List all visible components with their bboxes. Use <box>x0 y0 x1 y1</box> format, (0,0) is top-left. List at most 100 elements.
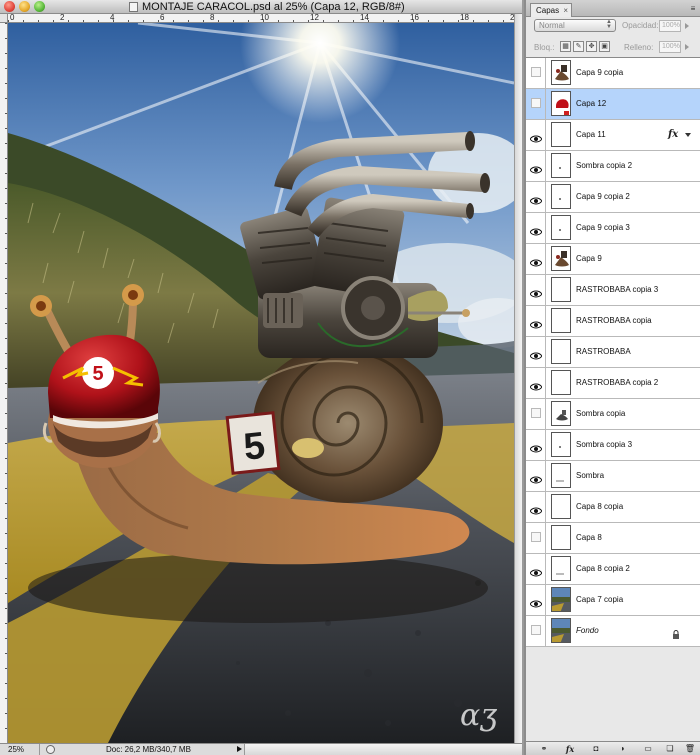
opacity-field[interactable]: 100% <box>659 20 681 32</box>
layer-row[interactable]: Capa 11 fx <box>526 120 700 151</box>
opacity-slider-arrow-icon[interactable] <box>685 23 689 29</box>
layer-visibility-toggle[interactable] <box>526 368 546 398</box>
layer-name[interactable]: Capa 9 copia <box>576 58 623 88</box>
vertical-ruler[interactable] <box>0 23 8 743</box>
layer-row[interactable]: Capa 9 copia 2 <box>526 182 700 213</box>
fill-slider-arrow-icon[interactable] <box>685 44 689 50</box>
layer-visibility-toggle[interactable] <box>526 89 546 119</box>
status-info-icon[interactable] <box>46 745 55 754</box>
layer-name[interactable]: RASTROBABA copia 2 <box>576 368 658 398</box>
layer-visibility-toggle[interactable] <box>526 275 546 305</box>
group-icon[interactable]: ▭ <box>642 744 654 754</box>
layer-visibility-toggle[interactable] <box>526 523 546 553</box>
expand-effects-icon[interactable] <box>685 133 691 137</box>
lock-all-icon[interactable]: ▣ <box>599 41 610 52</box>
layer-visibility-toggle[interactable] <box>526 337 546 367</box>
layer-row[interactable]: RASTROBABA copia <box>526 306 700 337</box>
layer-thumbnail[interactable] <box>551 308 571 333</box>
layer-thumbnail[interactable] <box>551 401 571 426</box>
layer-name[interactable]: RASTROBABA <box>576 337 631 367</box>
layer-name[interactable]: Sombra copia 3 <box>576 430 632 460</box>
layer-effects-icon[interactable]: fx <box>668 129 678 140</box>
layer-thumbnail[interactable] <box>551 525 571 550</box>
layer-name[interactable]: Sombra copia <box>576 399 625 429</box>
layer-row[interactable]: RASTROBABA copia 2 <box>526 368 700 399</box>
tab-layers[interactable]: Capas × <box>530 3 572 17</box>
panel-menu-icon[interactable]: ≡ <box>687 4 699 13</box>
layer-visibility-toggle[interactable] <box>526 399 546 429</box>
image-canvas[interactable]: 5 5 ɑʒ <box>8 23 514 743</box>
layer-row[interactable]: Capa 8 copia 2 <box>526 554 700 585</box>
layer-thumbnail[interactable] <box>551 246 571 271</box>
layer-row[interactable]: RASTROBABA <box>526 337 700 368</box>
layer-name[interactable]: Capa 12 <box>576 89 606 119</box>
layer-row[interactable]: Sombra copia 3 <box>526 430 700 461</box>
layer-name[interactable]: Capa 7 copia <box>576 585 623 615</box>
document-titlebar[interactable]: MONTAJE CARACOL.psd al 25% (Capa 12, RGB… <box>0 0 522 14</box>
horizontal-scrollbar[interactable] <box>244 744 522 755</box>
mask-icon[interactable]: ◘ <box>590 744 602 754</box>
layer-visibility-toggle[interactable] <box>526 58 546 88</box>
layer-thumbnail[interactable] <box>551 91 571 116</box>
layer-name[interactable]: Capa 9 <box>576 244 602 274</box>
layer-name[interactable]: RASTROBABA copia 3 <box>576 275 658 305</box>
layer-row[interactable]: Capa 8 copia <box>526 492 700 523</box>
layer-visibility-toggle[interactable] <box>526 151 546 181</box>
blend-mode-select[interactable]: Normal ▲ ▼ <box>534 19 616 32</box>
layer-name[interactable]: Sombra <box>576 461 604 491</box>
layer-row[interactable]: RASTROBABA copia 3 <box>526 275 700 306</box>
vertical-scrollbar[interactable] <box>514 14 522 743</box>
layer-thumbnail[interactable] <box>551 339 571 364</box>
layer-name[interactable]: Capa 9 copia 2 <box>576 182 630 212</box>
layer-thumbnail[interactable] <box>551 463 571 488</box>
fill-field[interactable]: 100% <box>659 41 681 53</box>
new-layer-icon[interactable]: ❏ <box>664 744 676 754</box>
layer-name[interactable]: Capa 11 <box>576 120 606 150</box>
layer-name[interactable]: Sombra copia 2 <box>576 151 632 181</box>
layer-visibility-toggle[interactable] <box>526 213 546 243</box>
layer-row[interactable]: Capa 9 copia <box>526 58 700 89</box>
layer-visibility-toggle[interactable] <box>526 182 546 212</box>
zoom-window-button[interactable] <box>34 1 45 12</box>
layer-thumbnail[interactable] <box>551 587 571 612</box>
layer-row[interactable]: Sombra copia 2 <box>526 151 700 182</box>
layer-visibility-toggle[interactable] <box>526 616 546 646</box>
layer-row[interactable]: Capa 7 copia <box>526 585 700 616</box>
layer-thumbnail[interactable] <box>551 556 571 581</box>
link-icon[interactable]: ⚭ <box>538 744 550 754</box>
layer-visibility-toggle[interactable] <box>526 244 546 274</box>
layer-thumbnail[interactable] <box>551 370 571 395</box>
layer-visibility-toggle[interactable] <box>526 585 546 615</box>
layer-name[interactable]: Capa 8 copia 2 <box>576 554 630 584</box>
layer-thumbnail[interactable] <box>551 277 571 302</box>
adjustment-icon[interactable]: ◑ <box>616 744 628 754</box>
layer-row[interactable]: Capa 9 copia 3 <box>526 213 700 244</box>
layer-thumbnail[interactable] <box>551 432 571 457</box>
layer-row[interactable]: Capa 12 <box>526 89 700 120</box>
layer-visibility-toggle[interactable] <box>526 554 546 584</box>
layer-thumbnail[interactable] <box>551 153 571 178</box>
layer-thumbnail[interactable] <box>551 215 571 240</box>
layer-row[interactable]: Capa 9 <box>526 244 700 275</box>
layer-thumbnail[interactable] <box>551 60 571 85</box>
lock-transparent-pixels-icon[interactable]: ▦ <box>560 41 571 52</box>
close-window-button[interactable] <box>4 1 15 12</box>
layer-visibility-toggle[interactable] <box>526 430 546 460</box>
layer-thumbnail[interactable] <box>551 122 571 147</box>
zoom-level-field[interactable]: 25% <box>0 744 40 755</box>
layer-row[interactable]: Fondo <box>526 616 700 647</box>
layer-row[interactable]: Capa 8 <box>526 523 700 554</box>
layer-row[interactable]: Sombra <box>526 461 700 492</box>
layer-thumbnail[interactable] <box>551 184 571 209</box>
layer-row[interactable]: Sombra copia <box>526 399 700 430</box>
tab-close-icon[interactable]: × <box>563 4 568 17</box>
status-menu-arrow-icon[interactable] <box>237 746 242 752</box>
layer-visibility-toggle[interactable] <box>526 120 546 150</box>
layer-visibility-toggle[interactable] <box>526 461 546 491</box>
ruler-origin[interactable] <box>0 14 8 23</box>
layer-name[interactable]: RASTROBABA copia <box>576 306 652 336</box>
layer-visibility-toggle[interactable] <box>526 492 546 522</box>
layer-name[interactable]: Capa 8 <box>576 523 602 553</box>
trash-icon[interactable]: 🗑 <box>684 744 696 754</box>
fx-icon[interactable]: fx <box>564 744 576 754</box>
